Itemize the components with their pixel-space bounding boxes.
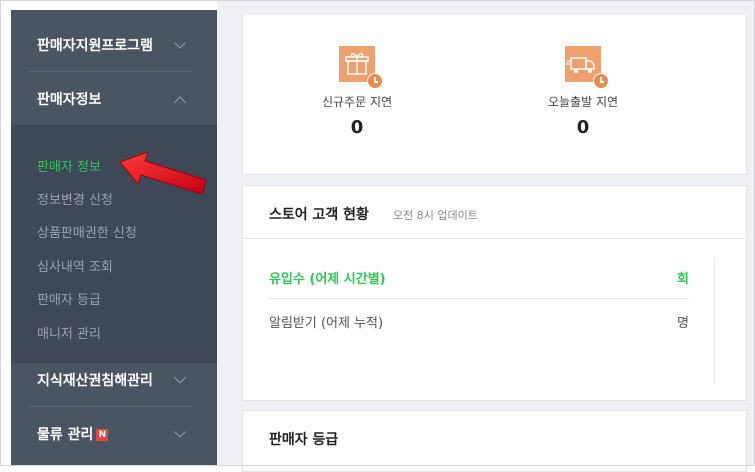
chevron-up-icon [174, 96, 186, 108]
submenu-item-manager[interactable]: 매니저 관리 [37, 323, 101, 342]
clock-icon [593, 73, 609, 89]
visits-unit: 회 [677, 272, 689, 287]
new-order-delay-value[interactable]: 0 [287, 117, 427, 138]
delay-stats-card: 신규주문 지연 0 오늘출발 지연 0 [242, 15, 747, 175]
today-dispatch-delay-value[interactable]: 0 [513, 117, 653, 138]
chevron-down-icon [174, 372, 186, 384]
divider [714, 258, 715, 384]
divider [243, 238, 746, 239]
new-badge: N [96, 429, 109, 441]
chevron-down-icon [174, 37, 186, 49]
customer-status-title: 스토어 고객 현황 [269, 207, 369, 223]
pointer-arrow-icon [119, 151, 207, 195]
today-dispatch-delay-label: 오늘출발 지연 [547, 95, 619, 109]
notifications-unit: 명 [677, 316, 689, 331]
seller-grade-card: 판매자 등급 [242, 410, 747, 472]
submenu-item-sales-permission[interactable]: 상품판매권한 신청 [37, 222, 137, 241]
update-note: 오전 8시 업데이트 [393, 209, 478, 222]
menu-ip-infringement-label: 지식재산권침해관리 [37, 373, 153, 389]
visits-label[interactable]: 유입수 (어제 시간별) [269, 268, 386, 287]
customer-status-card: 스토어 고객 현황 오전 8시 업데이트 유입수 (어제 시간별) 회 알림받기… [242, 185, 747, 401]
menu-seller-info-label: 판매자정보 [37, 92, 102, 108]
divider [269, 298, 689, 299]
notifications-label[interactable]: 알림받기 (어제 누적) [269, 312, 383, 331]
sidebar: 판매자지원프로그램 판매자정보 판매자 정보 정보변경 신청 상품판매권한 신청… [11, 10, 217, 466]
new-order-delay-label: 신규주문 지연 [321, 95, 393, 109]
submenu-item-review-history[interactable]: 심사내역 조회 [37, 256, 113, 275]
menu-seller-support-label: 판매자지원프로그램 [37, 38, 153, 54]
menu-logistics-label: 물류 관리 N [37, 424, 109, 444]
submenu-item-seller-grade[interactable]: 판매자 등급 [37, 289, 101, 308]
divider [29, 406, 192, 407]
chevron-down-icon [174, 426, 186, 438]
submenu-item-seller-info[interactable]: 판매자 정보 [37, 156, 101, 175]
divider [29, 71, 192, 72]
clock-icon [367, 73, 383, 89]
submenu-item-change-request[interactable]: 정보변경 신청 [37, 189, 113, 208]
seller-grade-title: 판매자 등급 [269, 432, 339, 448]
